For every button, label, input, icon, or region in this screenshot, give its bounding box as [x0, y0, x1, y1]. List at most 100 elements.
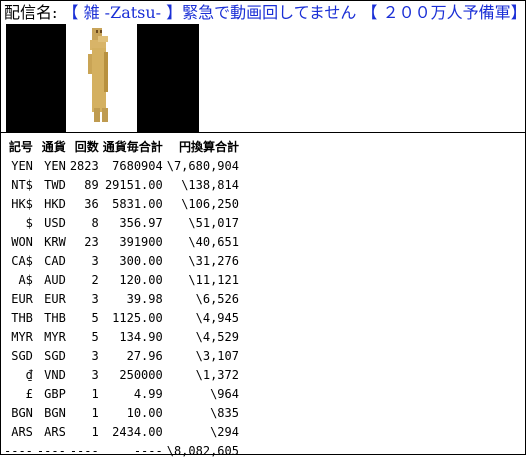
table-row: HK$HKD365831.00\106,250	[4, 195, 243, 214]
cell-yen-total: \40,651	[167, 233, 243, 252]
black-thumbnail-1	[6, 24, 66, 132]
cell-currency-total: 39.98	[103, 290, 167, 309]
currency-table: 記号 通貨 回数 通貨毎合計 円換算合計 YENYEN28237680904\7…	[4, 138, 243, 461]
cell-currency: GBP	[37, 385, 70, 404]
cell-currency-total: 10.00	[103, 404, 167, 423]
cell-yen-total: \106,250	[167, 195, 243, 214]
cell-symbol: SGD	[4, 347, 37, 366]
cell-symbol: $	[4, 214, 37, 233]
cell-count: 5	[70, 328, 103, 347]
cell-currency-total: 356.97	[103, 214, 167, 233]
cell-currency: MYR	[37, 328, 70, 347]
cell-symbol: ARS	[4, 423, 37, 442]
cell-yen-total: \11,121	[167, 271, 243, 290]
table-row: ARSARS12434.00\294	[4, 423, 243, 442]
cell-symbol: CA$	[4, 252, 37, 271]
total-currency: ----	[37, 442, 70, 461]
cell-currency-total: 250000	[103, 366, 167, 385]
character-thumbnail	[74, 24, 126, 132]
cell-currency: SGD	[37, 347, 70, 366]
cell-currency: KRW	[37, 233, 70, 252]
character-icon	[74, 24, 126, 132]
cell-yen-total: \4,529	[167, 328, 243, 347]
cell-currency: YEN	[37, 157, 70, 176]
total-currency-total: ----	[103, 442, 167, 461]
cell-currency-total: 1125.00	[103, 309, 167, 328]
cell-currency: USD	[37, 214, 70, 233]
cell-count: 1	[70, 385, 103, 404]
cell-currency: ARS	[37, 423, 70, 442]
table-row: CA$CAD3300.00\31,276	[4, 252, 243, 271]
cell-currency-total: 29151.00	[103, 176, 167, 195]
cell-currency-total: 391900	[103, 233, 167, 252]
cell-currency-total: 2434.00	[103, 423, 167, 442]
cell-yen-total: \138,814	[167, 176, 243, 195]
cell-currency: HKD	[37, 195, 70, 214]
cell-count: 3	[70, 252, 103, 271]
cell-yen-total: \51,017	[167, 214, 243, 233]
cell-currency: CAD	[37, 252, 70, 271]
thumbnail-strip	[0, 24, 526, 132]
table-row: $USD8356.97\51,017	[4, 214, 243, 233]
table-row: MYRMYR5134.90\4,529	[4, 328, 243, 347]
section-divider	[0, 132, 526, 133]
cell-yen-total: \31,276	[167, 252, 243, 271]
table-header-row: 記号 通貨 回数 通貨毎合計 円換算合計	[4, 138, 243, 157]
cell-count: 89	[70, 176, 103, 195]
cell-currency-total: 27.96	[103, 347, 167, 366]
header-currency-total: 通貨毎合計	[103, 138, 167, 157]
cell-symbol: A$	[4, 271, 37, 290]
table-row: THBTHB51125.00\4,945	[4, 309, 243, 328]
cell-yen-total: \294	[167, 423, 243, 442]
cell-symbol: WON	[4, 233, 37, 252]
cell-yen-total: \835	[167, 404, 243, 423]
cell-symbol: THB	[4, 309, 37, 328]
stream-header: 配信名: 【 雑 -Zatsu- 】緊急で動画回してません 【 ２００万人予備軍…	[4, 2, 526, 24]
cell-count: 3	[70, 347, 103, 366]
cell-count: 2	[70, 271, 103, 290]
cell-count: 3	[70, 290, 103, 309]
cell-count: 3	[70, 366, 103, 385]
cell-symbol: MYR	[4, 328, 37, 347]
header-yen-total: 円換算合計	[167, 138, 243, 157]
cell-symbol: YEN	[4, 157, 37, 176]
cell-yen-total: \7,680,904	[167, 157, 243, 176]
cell-currency: EUR	[37, 290, 70, 309]
header-currency: 通貨	[37, 138, 70, 157]
table-row: ₫VND3250000\1,372	[4, 366, 243, 385]
table-row: A$AUD2120.00\11,121	[4, 271, 243, 290]
cell-currency-total: 7680904	[103, 157, 167, 176]
cell-currency: THB	[37, 309, 70, 328]
table-row: BGNBGN110.00\835	[4, 404, 243, 423]
cell-symbol: £	[4, 385, 37, 404]
cell-count: 2823	[70, 157, 103, 176]
total-row: ----------------\8,082,605	[4, 442, 243, 461]
header-count: 回数	[70, 138, 103, 157]
cell-currency: AUD	[37, 271, 70, 290]
total-symbol: ----	[4, 442, 37, 461]
cell-currency: BGN	[37, 404, 70, 423]
header-symbol: 記号	[4, 138, 37, 157]
cell-symbol: HK$	[4, 195, 37, 214]
cell-currency-total: 120.00	[103, 271, 167, 290]
cell-yen-total: \6,526	[167, 290, 243, 309]
table-row: EUREUR339.98\6,526	[4, 290, 243, 309]
cell-count: 8	[70, 214, 103, 233]
cell-count: 5	[70, 309, 103, 328]
table-row: NT$TWD8929151.00\138,814	[4, 176, 243, 195]
cell-currency: TWD	[37, 176, 70, 195]
cell-count: 36	[70, 195, 103, 214]
table-row: WONKRW23391900\40,651	[4, 233, 243, 252]
cell-symbol: ₫	[4, 366, 37, 385]
table-row: YENYEN28237680904\7,680,904	[4, 157, 243, 176]
black-thumbnail-2	[137, 24, 199, 132]
cell-count: 23	[70, 233, 103, 252]
cell-symbol: NT$	[4, 176, 37, 195]
cell-count: 1	[70, 423, 103, 442]
cell-currency: VND	[37, 366, 70, 385]
cell-yen-total: \3,107	[167, 347, 243, 366]
cell-yen-total: \1,372	[167, 366, 243, 385]
cell-currency-total: 300.00	[103, 252, 167, 271]
stream-title-link[interactable]: 【 雑 -Zatsu- 】緊急で動画回してません 【 ２００万人予備軍】	[63, 3, 526, 22]
table-row: £GBP14.99\964	[4, 385, 243, 404]
